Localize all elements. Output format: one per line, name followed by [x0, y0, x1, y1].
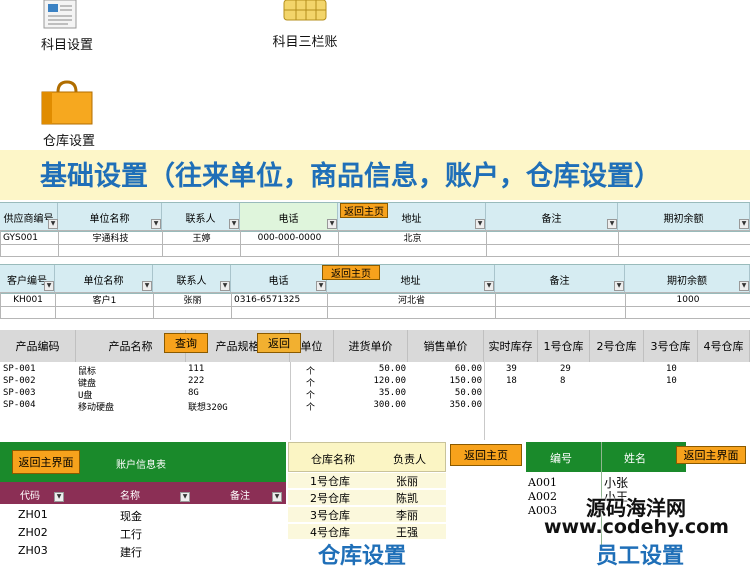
- cell[interactable]: 0316-6571325: [232, 293, 328, 307]
- product-col-stock: 实时库存: [484, 330, 538, 362]
- subject-settings-label[interactable]: 科目设置: [32, 34, 102, 53]
- cell[interactable]: [496, 293, 626, 307]
- page-title: 基础设置（往来单位，商品信息，账户，仓库设置）: [40, 154, 661, 193]
- warehouse-return-home-button[interactable]: 返回主页: [450, 444, 522, 466]
- table-row: GYS001 宇通科技 王婷 000-000-0000 北京: [1, 231, 750, 245]
- supplier-filter-dropdown[interactable]: ▼: [607, 219, 617, 229]
- staff-return-main-button[interactable]: 返回主界面: [676, 446, 746, 464]
- table-row: [1, 245, 750, 257]
- warehouse-col-manager: 负责人: [393, 451, 426, 467]
- customer-filter-dropdown[interactable]: ▼: [44, 281, 54, 291]
- product-col-purchase-price: 进货单价: [334, 330, 408, 362]
- supplier-filter-dropdown[interactable]: ▼: [739, 219, 749, 229]
- table-row: 3号仓库李丽: [288, 507, 446, 522]
- customer-return-home-button[interactable]: 返回主页: [322, 265, 380, 280]
- watermark-line2: www.codehy.com: [544, 516, 729, 538]
- customer-filter-dropdown[interactable]: ▼: [316, 281, 326, 291]
- supplier-filter-dropdown[interactable]: ▼: [48, 219, 58, 229]
- customer-col-balance: 期初余额: [625, 265, 750, 293]
- product-query-button[interactable]: 查询: [164, 333, 208, 353]
- supplier-col-note: 备注: [486, 203, 618, 231]
- table-row: SP-002 键盘 222 个 120.00 150.00 18 8 10: [0, 376, 750, 388]
- account-return-main-button[interactable]: 返回主界面: [12, 450, 80, 474]
- cell[interactable]: 000-000-0000: [241, 231, 339, 245]
- divider: [290, 362, 291, 440]
- account-col-code: 代码: [20, 487, 40, 502]
- customer-filter-dropdown[interactable]: ▼: [739, 281, 749, 291]
- supplier-col-phone: 电话: [240, 203, 338, 231]
- product-col-wh4: 4号仓库: [698, 330, 750, 362]
- warehouse-settings-icon[interactable]: [40, 80, 94, 126]
- customer-filter-dropdown[interactable]: ▼: [142, 281, 152, 291]
- cell[interactable]: 1000: [626, 293, 750, 307]
- product-col-sale-price: 销售单价: [408, 330, 484, 362]
- divider: [484, 362, 485, 440]
- product-return-button[interactable]: 返回: [257, 333, 301, 353]
- cell[interactable]: 王婷: [163, 231, 241, 245]
- subject-ledger-label[interactable]: 科目三栏账: [265, 31, 345, 50]
- account-filter-dropdown[interactable]: ▼: [272, 492, 282, 502]
- customer-col-name: 单位名称: [55, 265, 153, 293]
- warehouse-settings-label[interactable]: 仓库设置: [32, 130, 106, 149]
- table-row: 4号仓库王强: [288, 524, 446, 539]
- account-col-name: 名称: [120, 487, 140, 502]
- customer-col-note: 备注: [495, 265, 625, 293]
- supplier-filter-dropdown[interactable]: ▼: [475, 219, 485, 229]
- table-row: 1号仓库张丽: [288, 473, 446, 488]
- cell[interactable]: 宇通科技: [59, 231, 163, 245]
- list-item: ZH01 现金 ZH02 工行 ZH03 建行: [0, 506, 286, 550]
- warehouse-col-name: 仓库名称: [311, 451, 355, 467]
- cell[interactable]: 张丽: [154, 293, 232, 307]
- staff-header: 编号 姓名: [526, 442, 686, 472]
- customer-filter-dropdown[interactable]: ▼: [484, 281, 494, 291]
- cell[interactable]: 客户1: [56, 293, 154, 307]
- supplier-table: GYS001 宇通科技 王婷 000-000-0000 北京: [0, 230, 750, 257]
- product-col-wh2: 2号仓库: [590, 330, 644, 362]
- table-row: [1, 307, 750, 319]
- account-title: 账户信息表: [116, 456, 166, 471]
- supplier-filter-dropdown[interactable]: ▼: [229, 219, 239, 229]
- customer-col-phone: 电话: [231, 265, 327, 293]
- supplier-return-home-button[interactable]: 返回主页: [340, 203, 388, 218]
- supplier-filter-dropdown[interactable]: ▼: [151, 219, 161, 229]
- customer-filter-dropdown[interactable]: ▼: [614, 281, 624, 291]
- staff-col-code: 编号: [550, 450, 572, 466]
- product-col-wh3: 3号仓库: [644, 330, 698, 362]
- table-row: SP-004 移动硬盘 联想320G 个 300.00 350.00: [0, 400, 750, 412]
- table-row: SP-001 鼠标 111 个 50.00 60.00 39 29 10: [0, 364, 750, 376]
- table-row: 2号仓库陈凯: [288, 490, 446, 505]
- table-row: SP-003 U盘 8G 个 35.00 50.00: [0, 388, 750, 400]
- supplier-col-name: 单位名称: [58, 203, 162, 231]
- staff-footer-title: 员工设置: [596, 538, 684, 570]
- supplier-filter-dropdown[interactable]: ▼: [327, 219, 337, 229]
- subject-settings-icon[interactable]: [40, 0, 80, 30]
- warehouse-footer-title: 仓库设置: [318, 538, 406, 570]
- cell[interactable]: 河北省: [328, 293, 496, 307]
- customer-table: KH001 客户1 张丽 0316-6571325 河北省 1000: [0, 292, 750, 319]
- cell[interactable]: [619, 231, 750, 245]
- account-filter-dropdown[interactable]: ▼: [54, 492, 64, 502]
- supplier-col-balance: 期初余额: [618, 203, 750, 231]
- cell[interactable]: GYS001: [1, 231, 59, 245]
- cell[interactable]: [487, 231, 619, 245]
- cell[interactable]: 北京: [339, 231, 487, 245]
- product-col-code: 产品编码: [0, 330, 76, 362]
- product-header: 产品编码 产品名称 产品规格 单位 进货单价 销售单价 实时库存 1号仓库 2号…: [0, 330, 750, 362]
- account-col-note: 备注: [230, 487, 250, 502]
- product-col-wh1: 1号仓库: [538, 330, 590, 362]
- table-row: KH001 客户1 张丽 0316-6571325 河北省 1000: [1, 293, 750, 307]
- warehouse-header: 仓库名称 负责人: [288, 442, 446, 472]
- staff-col-name: 姓名: [624, 450, 646, 466]
- subject-ledger-icon[interactable]: [282, 0, 328, 22]
- cell[interactable]: KH001: [1, 293, 56, 307]
- customer-filter-dropdown[interactable]: ▼: [220, 281, 230, 291]
- account-filter-dropdown[interactable]: ▼: [180, 492, 190, 502]
